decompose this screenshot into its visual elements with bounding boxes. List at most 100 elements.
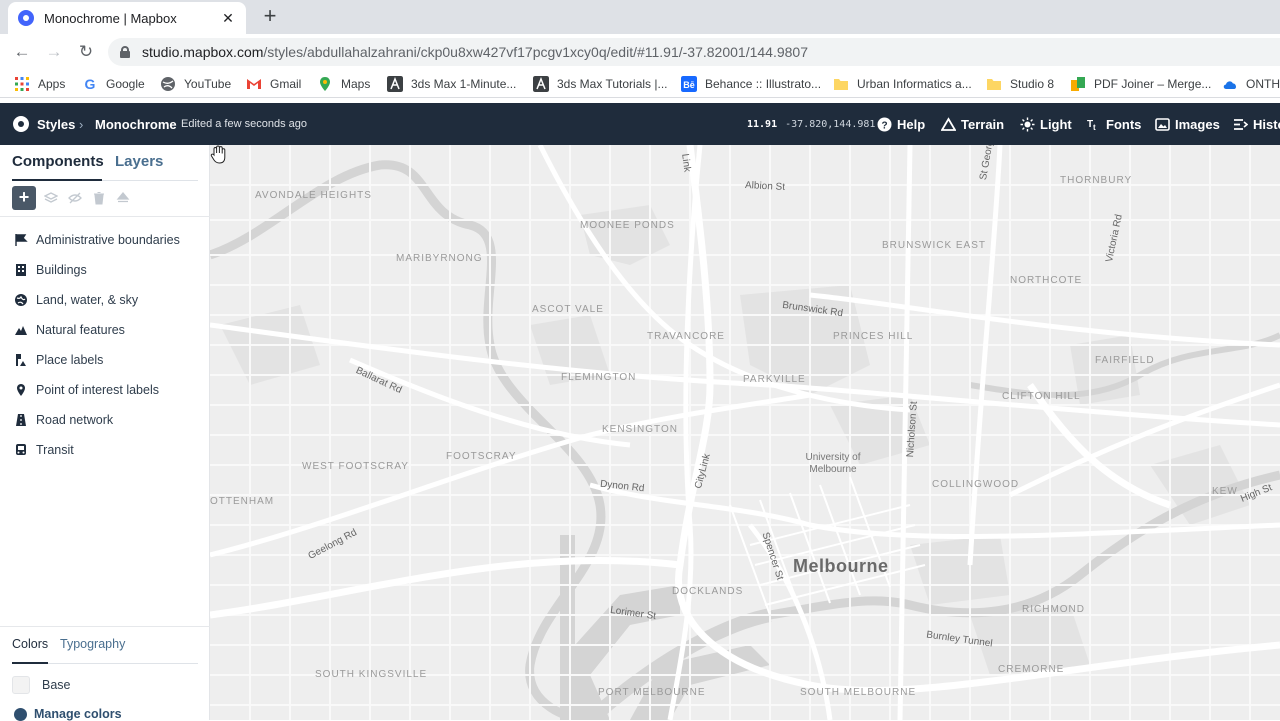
edited-status: Edited a few seconds ago: [181, 118, 307, 130]
mapbox-logo-icon: [13, 116, 29, 132]
bookmark-youtube[interactable]: YouTube: [160, 75, 231, 93]
address-bar[interactable]: studio.mapbox.com/styles/abdullahalzahra…: [108, 38, 1280, 66]
suburb-label: OTTENHAM: [210, 496, 275, 507]
street-label: Albion St: [744, 179, 786, 194]
component-label: Transit: [36, 443, 74, 457]
base-label: Base: [42, 678, 71, 692]
bookmark-label: 3ds Max Tutorials |...: [557, 77, 668, 91]
browser-tab[interactable]: Monochrome | Mapbox ✕: [8, 2, 246, 34]
reload-button[interactable]: ↻: [74, 40, 98, 64]
help-button[interactable]: ? Help: [877, 103, 925, 145]
bookmark-onth[interactable]: ONTH: [1222, 75, 1280, 93]
fonts-button[interactable]: T t Fonts: [1086, 103, 1141, 145]
cbd-grid: [729, 476, 926, 616]
globe-icon: [15, 294, 27, 306]
tab-layers[interactable]: Layers: [115, 153, 163, 170]
add-component-button[interactable]: +: [12, 186, 36, 210]
active-tab-underline: [12, 179, 102, 181]
cloud-icon: [1223, 81, 1237, 89]
base-color-swatch[interactable]: [12, 676, 30, 694]
suburb-label: FLEMINGTON: [561, 372, 637, 383]
suburb-label: FOOTSCRAY: [446, 451, 517, 462]
tab-typography[interactable]: Typography: [60, 637, 125, 651]
terrain-label: Terrain: [961, 116, 1005, 132]
images-button[interactable]: Images: [1155, 103, 1220, 145]
component-land-water-sky[interactable]: Land, water, & sky: [0, 285, 210, 315]
gmail-icon: [247, 79, 261, 89]
map-canvas[interactable]: AVONDALE HEIGHTS MOONEE PONDS BRUNSWICK …: [210, 145, 1280, 720]
history-button[interactable]: Histo: [1233, 103, 1280, 145]
bookmark-label: Urban Informatics a...: [857, 77, 972, 91]
new-tab-button[interactable]: +: [258, 5, 282, 29]
trash-icon[interactable]: [92, 191, 106, 205]
light-button[interactable]: Light: [1020, 103, 1072, 145]
suburb-label: TRAVANCORE: [647, 331, 725, 342]
bookmark-pdf-joiner[interactable]: PDF Joiner – Merge...: [1070, 75, 1211, 93]
suburb-label: PORT MELBOURNE: [598, 687, 706, 698]
lock-icon[interactable]: [120, 46, 130, 58]
hide-icon[interactable]: [68, 191, 82, 205]
tab-colors[interactable]: Colors: [12, 637, 48, 651]
component-place-labels[interactable]: Place labels: [0, 345, 210, 375]
folder-icon: [834, 79, 848, 90]
component-natural-features[interactable]: Natural features: [0, 315, 210, 345]
fonts-icon: T t: [1087, 119, 1096, 132]
bookmark-3dsmax-minute[interactable]: 3ds Max 1-Minute...: [387, 75, 516, 93]
bookmark-label: Gmail: [270, 77, 302, 91]
hand-cursor-icon: [210, 145, 226, 164]
bookmark-gmail[interactable]: Gmail: [246, 75, 301, 93]
base-color-row[interactable]: Base: [12, 676, 71, 694]
color-section: Colors Typography Base Manage colors: [0, 626, 210, 721]
mountain-icon: [15, 326, 27, 335]
suburb-label: MOONEE PONDS: [580, 220, 675, 231]
park-areas: [220, 205, 1250, 675]
eject-icon[interactable]: [116, 191, 130, 205]
component-label: Buildings: [36, 263, 87, 277]
suburb-label: PARKVILLE: [743, 374, 806, 385]
behance-icon: Bē: [681, 76, 697, 92]
street-label: Link: [679, 153, 693, 173]
browser-tab-strip: Monochrome | Mapbox ✕ +: [0, 0, 1280, 34]
close-tab-icon[interactable]: ✕: [220, 10, 236, 27]
layers-icon[interactable]: [44, 191, 58, 205]
component-transit[interactable]: Transit: [0, 435, 210, 465]
marker-icon: [17, 384, 25, 396]
image-icon: [1155, 117, 1170, 131]
bookmark-behance[interactable]: Bē Behance :: Illustrato...: [681, 75, 821, 93]
component-buildings[interactable]: Buildings: [0, 255, 210, 285]
component-label: Road network: [36, 413, 114, 427]
bookmark-label: PDF Joiner – Merge...: [1094, 77, 1212, 91]
bookmark-apps[interactable]: Apps: [14, 75, 65, 93]
component-list: Administrative boundaries Buildings Land…: [0, 225, 210, 465]
svg-text:?: ?: [881, 120, 887, 131]
tab-components[interactable]: Components: [12, 153, 104, 170]
back-button[interactable]: ←: [10, 40, 34, 64]
bookmark-3dsmax-tutorials[interactable]: 3ds Max Tutorials |...: [533, 75, 668, 93]
manage-colors-link[interactable]: Manage colors: [14, 707, 122, 721]
component-poi-labels[interactable]: Point of interest labels: [0, 375, 210, 405]
breadcrumb-chevron-icon: ›: [79, 116, 84, 132]
bookmark-label: Apps: [38, 77, 66, 91]
suburb-label: AVONDALE HEIGHTS: [255, 190, 372, 201]
autodesk-icon: [387, 76, 403, 92]
component-administrative-boundaries[interactable]: Administrative boundaries: [0, 225, 210, 255]
mapbox-favicon-icon: [18, 10, 34, 26]
bookmark-urban-informatics[interactable]: Urban Informatics a...: [833, 75, 972, 93]
suburb-label: RICHMOND: [1022, 604, 1085, 615]
forward-button[interactable]: →: [42, 40, 66, 64]
bookmark-google[interactable]: G Google: [82, 75, 145, 93]
component-label: Point of interest labels: [36, 383, 159, 397]
active-tab-underline: [12, 662, 48, 664]
bookmark-label: Studio 8: [1010, 77, 1055, 91]
styles-link[interactable]: Styles: [13, 103, 75, 145]
bookmark-studio-8[interactable]: Studio 8: [986, 75, 1054, 93]
terrain-button[interactable]: Terrain: [941, 103, 1004, 145]
component-label: Place labels: [36, 353, 104, 367]
suburb-label: CREMORNE: [998, 664, 1065, 675]
style-name[interactable]: Monochrome: [95, 103, 177, 145]
svg-text:Bē: Bē: [683, 80, 695, 90]
component-road-network[interactable]: Road network: [0, 405, 210, 435]
maps-pin-icon: [320, 77, 330, 91]
help-label: Help: [897, 116, 926, 132]
bookmark-maps[interactable]: Maps: [317, 75, 370, 93]
